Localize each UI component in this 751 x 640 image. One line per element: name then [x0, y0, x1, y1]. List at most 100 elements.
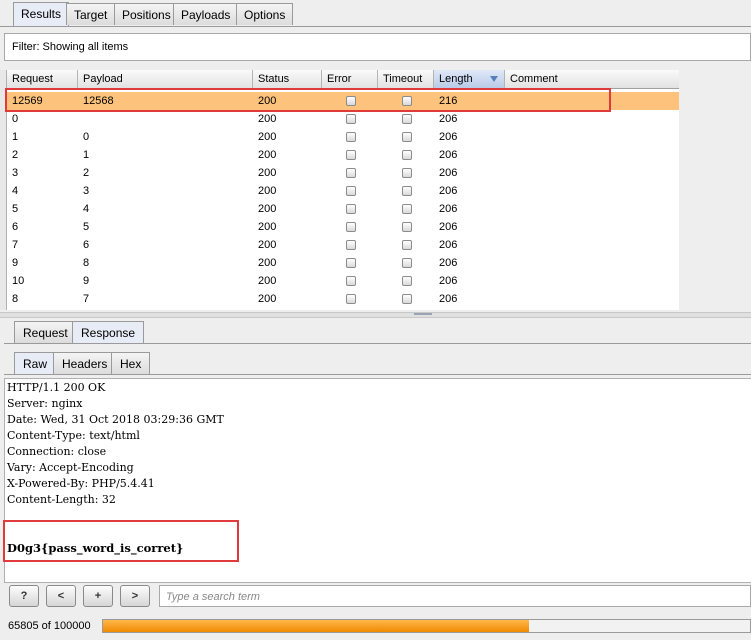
table-row[interactable]: 2 1 200 206: [7, 146, 680, 164]
response-line: Server: nginx: [7, 397, 83, 410]
error-checkbox[interactable]: [346, 132, 356, 142]
cell-status: 200: [258, 203, 277, 215]
response-line: Date: Wed, 31 Oct 2018 03:29:36 GMT: [7, 413, 224, 426]
response-line: Content-Type: text/html: [7, 429, 140, 442]
timeout-checkbox[interactable]: [402, 240, 412, 250]
cell-length: 206: [439, 131, 458, 143]
table-row[interactable]: 0 200 206: [7, 110, 680, 128]
cell-length: 206: [439, 257, 458, 269]
cell-comment: [505, 110, 510, 128]
cell-comment: [505, 146, 510, 164]
error-checkbox[interactable]: [346, 186, 356, 196]
search-box[interactable]: [159, 585, 751, 607]
cell-comment: [505, 218, 510, 236]
cell-comment: [505, 182, 510, 200]
error-checkbox[interactable]: [346, 240, 356, 250]
sort-descending-icon: [490, 76, 498, 82]
cell-payload: 6: [83, 239, 90, 251]
split-pane-divider[interactable]: [0, 312, 751, 318]
column-request[interactable]: Request: [7, 70, 78, 88]
tab-results[interactable]: Results: [13, 2, 70, 27]
column-error[interactable]: Error: [322, 70, 378, 88]
response-line: Content-Length: 32: [7, 493, 116, 506]
timeout-checkbox[interactable]: [402, 222, 412, 232]
last-button[interactable]: >: [120, 585, 150, 607]
previous-button[interactable]: <: [46, 585, 76, 607]
column-payload[interactable]: Payload: [78, 70, 253, 88]
response-line: Vary: Accept-Encoding: [7, 461, 134, 474]
timeout-checkbox[interactable]: [402, 294, 412, 304]
table-row[interactable]: 6 5 200 206: [7, 218, 680, 236]
tab-payloads[interactable]: Payloads: [173, 3, 239, 25]
cell-payload: [78, 110, 83, 128]
timeout-checkbox[interactable]: [402, 258, 412, 268]
cell-status: 200: [258, 113, 277, 125]
tab-target[interactable]: Target: [66, 3, 116, 25]
cell-length: 206: [439, 167, 458, 179]
table-row[interactable]: 1 0 200 206: [7, 128, 680, 146]
cell-length: 206: [439, 113, 458, 125]
cell-status: 200: [258, 239, 277, 251]
table-header: Request Payload Status Error Timeout Len…: [7, 70, 680, 89]
error-checkbox[interactable]: [346, 114, 356, 124]
table-row[interactable]: 3 2 200 206: [7, 164, 680, 182]
tab-request[interactable]: Request: [14, 321, 77, 343]
timeout-checkbox[interactable]: [402, 204, 412, 214]
table-row[interactable]: 9 8 200 206: [7, 254, 680, 272]
progress-count: 65805 of 100000: [8, 620, 91, 632]
tab-bar-line: [0, 26, 751, 27]
tab-headers[interactable]: Headers: [53, 352, 117, 374]
search-input[interactable]: [164, 587, 738, 607]
column-length[interactable]: Length: [434, 70, 505, 88]
cell-length: 206: [439, 293, 458, 305]
table-row[interactable]: 4 3 200 206: [7, 182, 680, 200]
error-checkbox[interactable]: [346, 258, 356, 268]
tab-positions[interactable]: Positions: [114, 3, 179, 25]
tab-options[interactable]: Options: [236, 3, 294, 25]
cell-comment: [505, 236, 510, 254]
help-button[interactable]: ?: [9, 585, 39, 607]
cell-payload: 9: [83, 275, 90, 287]
error-checkbox[interactable]: [346, 204, 356, 214]
timeout-checkbox[interactable]: [402, 186, 412, 196]
filter-text: Filter: Showing all items: [12, 41, 129, 53]
timeout-checkbox[interactable]: [402, 114, 412, 124]
timeout-checkbox[interactable]: [402, 150, 412, 160]
next-button[interactable]: +: [83, 585, 113, 607]
cell-status: 200: [258, 149, 277, 161]
column-length-label: Length: [439, 73, 473, 85]
cell-comment: [505, 254, 510, 272]
cell-length: 206: [439, 275, 458, 287]
error-checkbox[interactable]: [346, 150, 356, 160]
cell-request: 8: [12, 293, 19, 305]
timeout-checkbox[interactable]: [402, 276, 412, 286]
tab-raw[interactable]: Raw: [14, 352, 57, 374]
table-row[interactable]: 5 4 200 206: [7, 200, 680, 218]
cell-status: 200: [258, 221, 277, 233]
timeout-checkbox[interactable]: [402, 168, 412, 178]
error-checkbox[interactable]: [346, 168, 356, 178]
cell-length: 206: [439, 221, 458, 233]
cell-length: 206: [439, 185, 458, 197]
intruder-tab-bar: Results Target Positions Payloads Option…: [0, 0, 751, 27]
filter-bar[interactable]: Filter: Showing all items: [4, 33, 751, 61]
tab-hex[interactable]: Hex: [111, 352, 151, 374]
timeout-checkbox[interactable]: [402, 132, 412, 142]
column-comment[interactable]: Comment: [505, 70, 680, 88]
cell-request: 10: [12, 275, 25, 287]
cell-status: 200: [258, 293, 277, 305]
error-checkbox[interactable]: [346, 222, 356, 232]
table-row[interactable]: 8 7 200 206: [7, 290, 680, 308]
tab-response[interactable]: Response: [72, 321, 145, 343]
cell-payload: 5: [83, 221, 90, 233]
column-timeout[interactable]: Timeout: [378, 70, 434, 88]
table-row[interactable]: 10 9 200 206: [7, 272, 680, 290]
message-tabs-line: [4, 343, 751, 344]
table-row[interactable]: 7 6 200 206: [7, 236, 680, 254]
error-checkbox[interactable]: [346, 294, 356, 304]
column-status[interactable]: Status: [253, 70, 322, 88]
cell-comment: [505, 272, 510, 290]
error-checkbox[interactable]: [346, 276, 356, 286]
cell-status: 200: [258, 257, 277, 269]
cell-status: 200: [258, 131, 277, 143]
